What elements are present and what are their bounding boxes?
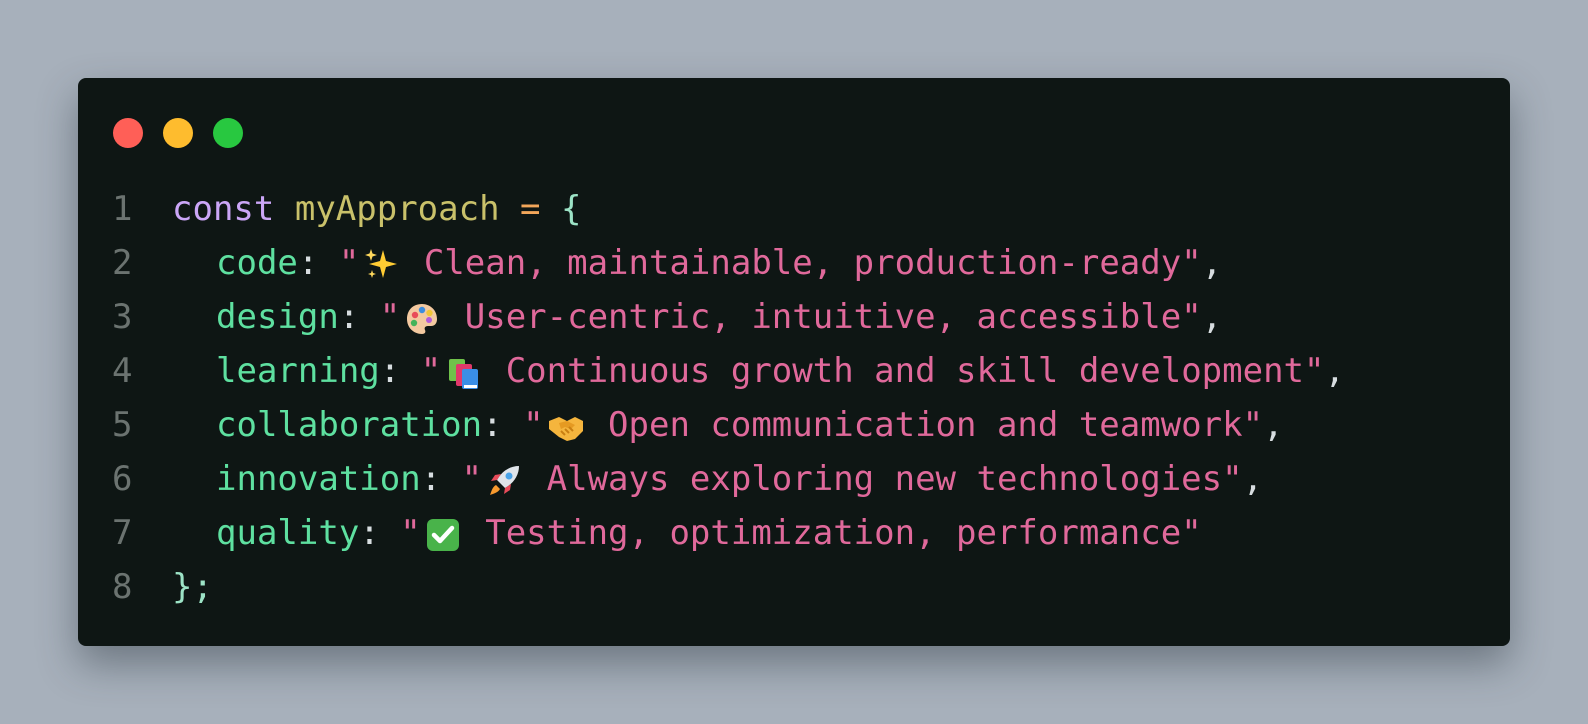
open-brace: { [561,189,582,229]
code-line: 5 collaboration: " Open communication an… [78,398,1510,452]
code-line: 6 innovation: " Always exploring new tec… [78,452,1510,506]
code-line: 1 const myApproach = { [78,182,1510,236]
line-number: 3 [112,297,133,337]
object-key: learning [216,351,380,391]
string-value: Continuous growth and skill development [505,351,1305,391]
code-line: 4 learning: " Continuous growth and skil… [78,344,1510,398]
code-line: 3 design: " User-centric, intuitive, acc… [78,290,1510,344]
rocket-icon [482,452,526,506]
string-value: Clean, maintainable, production-ready [423,243,1182,283]
assign-operator: = [520,189,541,229]
code-line: 2 code: " Clean, maintainable, productio… [78,236,1510,290]
string-value: User-centric, intuitive, accessible [464,297,1182,337]
variable-name: myApproach [294,189,500,229]
maximize-button[interactable] [213,118,243,148]
object-key: collaboration [216,405,483,445]
string-value: Testing, optimization, performance [485,513,1182,553]
object-key: innovation [216,459,421,499]
line-number: 5 [112,405,133,445]
palette-icon [400,290,444,344]
object-key: quality [216,513,360,553]
handshake-icon [544,398,588,452]
minimize-button[interactable] [163,118,193,148]
line-number: 1 [112,189,133,229]
window-controls [113,118,243,148]
check-mark-button-icon [421,506,465,560]
object-key: design [216,297,339,337]
close-brace: }; [172,567,213,607]
books-icon [441,344,485,398]
sparkles-icon [359,236,403,290]
line-number: 4 [112,351,133,391]
code-line: 8 }; [78,560,1510,614]
code-line: 7 quality: " Testing, optimization, perf… [78,506,1510,560]
string-value: Always exploring new technologies [546,459,1223,499]
line-number: 7 [112,513,133,553]
keyword-const: const [172,189,275,229]
line-number: 6 [112,459,133,499]
close-button[interactable] [113,118,143,148]
string-value: Open communication and teamwork [608,405,1243,445]
object-key: code [216,243,298,283]
code-block: 1 const myApproach = { 2 code: " Clean, … [78,182,1510,614]
code-window: 1 const myApproach = { 2 code: " Clean, … [78,78,1510,646]
line-number: 2 [112,243,133,283]
line-number: 8 [112,567,133,607]
